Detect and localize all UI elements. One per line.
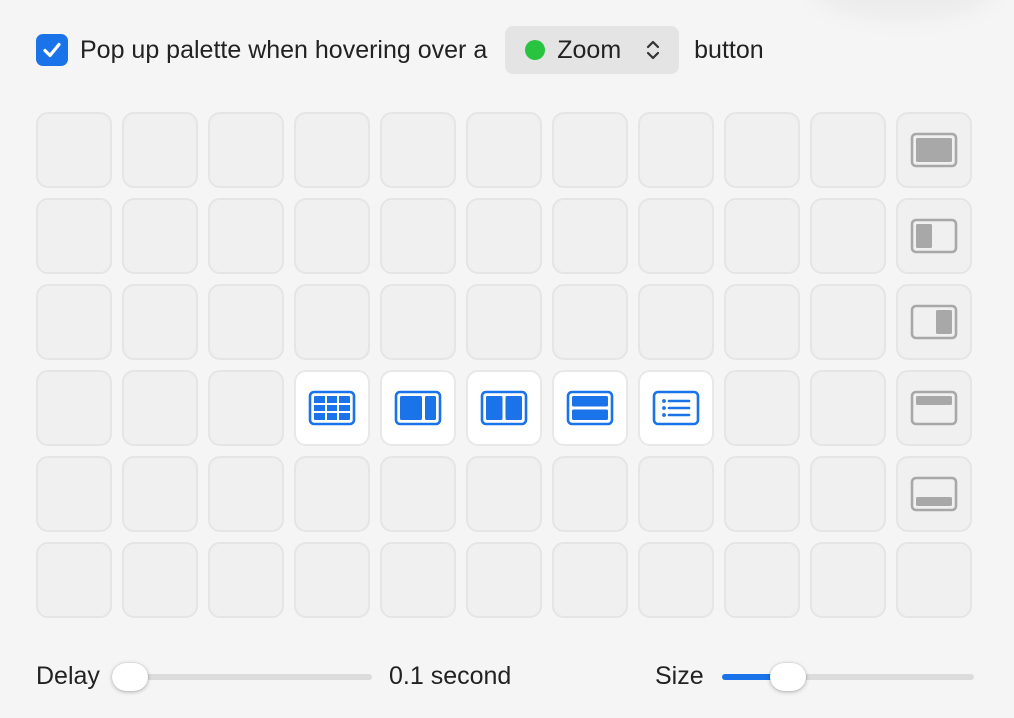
palette-cell[interactable] [294,370,370,446]
fill-screen-icon [910,132,958,168]
delay-slider[interactable] [112,663,372,691]
size-label: Size [655,662,704,690]
palette-cell[interactable] [810,542,886,618]
left-right-split-icon [480,390,528,426]
checkmark-icon [43,42,61,58]
palette-cell[interactable] [552,542,628,618]
palette-cell[interactable] [122,112,198,188]
palette-cell[interactable] [466,542,542,618]
list-layout-icon [652,390,700,426]
palette-cell[interactable] [552,112,628,188]
palette-cell[interactable] [380,284,456,360]
palette-cell[interactable] [724,456,800,532]
palette-cell[interactable] [896,112,972,188]
palette-cell[interactable] [380,456,456,532]
palette-cell[interactable] [466,112,542,188]
palette-cell[interactable] [638,284,714,360]
palette-cell[interactable] [724,370,800,446]
palette-cell[interactable] [552,284,628,360]
palette-cell[interactable] [208,198,284,274]
palette-cell[interactable] [466,198,542,274]
palette-cell[interactable] [466,370,542,446]
palette-cell[interactable] [724,198,800,274]
palette-cell[interactable] [208,284,284,360]
palette-cell[interactable] [724,112,800,188]
palette-cell[interactable] [810,456,886,532]
palette-cell[interactable] [122,370,198,446]
delay-value: 0.1 second [389,662,512,690]
top-half-icon [910,390,958,426]
palette-cell[interactable] [810,112,886,188]
palette-cell[interactable] [896,370,972,446]
palette-cell[interactable] [380,112,456,188]
palette-cell[interactable] [208,456,284,532]
palette-cell[interactable] [552,370,628,446]
palette-cell[interactable] [810,370,886,446]
palette-cell[interactable] [638,456,714,532]
palette-cell[interactable] [638,112,714,188]
palette-cell[interactable] [122,542,198,618]
palette-cell[interactable] [122,456,198,532]
palette-cell[interactable] [36,456,112,532]
top-bottom-split-icon [566,390,614,426]
palette-cell[interactable] [208,112,284,188]
popup-setting-label: Pop up palette when hovering over a [80,35,488,64]
delay-slider-knob[interactable] [112,663,149,691]
palette-cell[interactable] [36,198,112,274]
palette-cell[interactable] [208,370,284,446]
palette-cell[interactable] [294,456,370,532]
palette-cell[interactable] [810,284,886,360]
palette-cell[interactable] [380,198,456,274]
palette-cell[interactable] [638,198,714,274]
palette-cell[interactable] [36,284,112,360]
trigger-button-select[interactable]: Zoom [505,26,680,74]
palette-cell[interactable] [380,542,456,618]
palette-cell[interactable] [552,456,628,532]
palette-cell[interactable] [466,284,542,360]
size-slider[interactable] [722,663,974,691]
zoom-dot-icon [525,40,546,60]
palette-cell[interactable] [466,456,542,532]
delay-label: Delay [36,662,100,690]
palette-cell[interactable] [380,370,456,446]
palette-cell[interactable] [810,198,886,274]
palette-cell[interactable] [896,198,972,274]
palette-cell[interactable] [724,284,800,360]
palette-cell[interactable] [294,542,370,618]
size-slider-knob[interactable] [769,663,806,691]
grid-layout-icon [308,390,356,426]
slider-row: Delay 0.1 second Size [36,656,976,696]
right-half-icon [910,304,958,340]
palette-cell[interactable] [896,542,972,618]
window-corner-shade [814,0,994,20]
palette-cell[interactable] [552,198,628,274]
bottom-half-icon [910,476,958,512]
palette-cell[interactable] [294,284,370,360]
palette-cell[interactable] [896,456,972,532]
palette-cell[interactable] [122,198,198,274]
palette-cell[interactable] [638,542,714,618]
palette-cell[interactable] [36,542,112,618]
palette-cell[interactable] [208,542,284,618]
palette-cell[interactable] [122,284,198,360]
palette-cell[interactable] [36,112,112,188]
palette-cell[interactable] [294,112,370,188]
popup-setting-suffix: button [694,35,764,64]
palette-cell[interactable] [724,542,800,618]
palette-cell[interactable] [638,370,714,446]
layout-palette-grid [36,112,972,618]
left-half-icon [910,218,958,254]
popup-palette-checkbox[interactable] [36,34,68,66]
palette-cell[interactable] [294,198,370,274]
left-major-split-icon [394,390,442,426]
palette-cell[interactable] [896,284,972,360]
chevron-up-down-icon [647,40,660,60]
palette-cell[interactable] [36,370,112,446]
trigger-button-value: Zoom [557,35,622,64]
popup-setting-row: Pop up palette when hovering over a Zoom… [36,26,764,74]
